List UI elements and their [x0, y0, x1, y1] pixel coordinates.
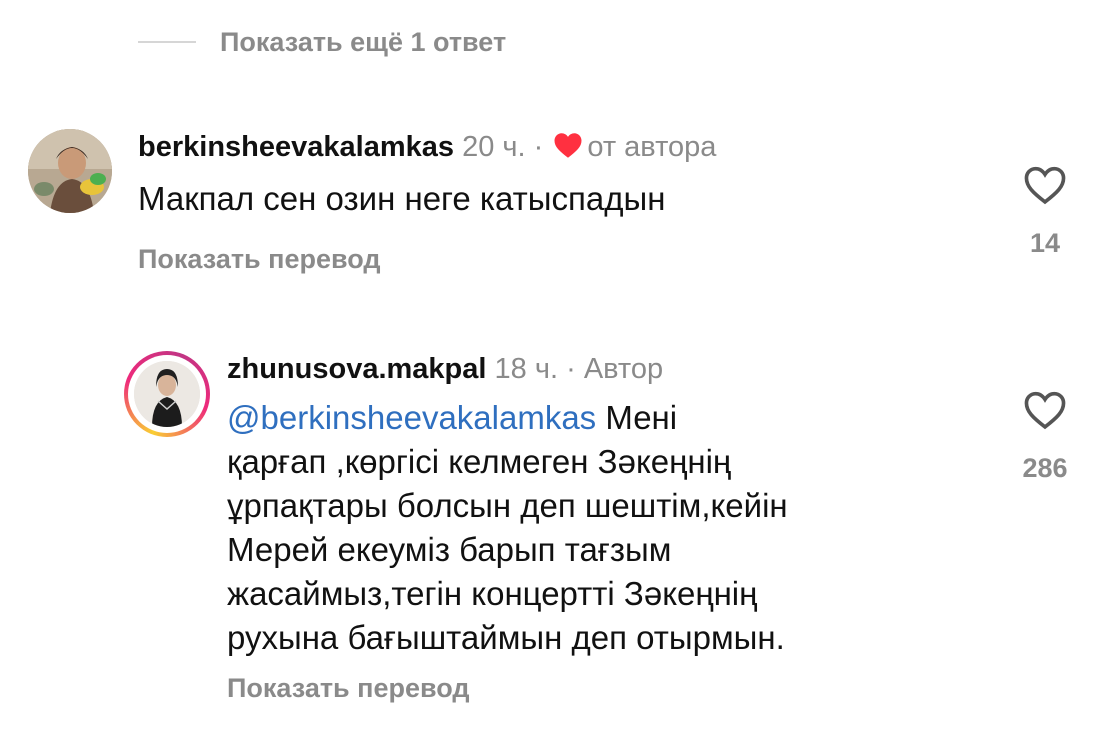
comment-timestamp: 18 ч.	[494, 353, 559, 385]
reply-thread-line	[138, 41, 196, 43]
heart-outline-icon[interactable]	[1023, 165, 1067, 210]
show-more-replies-label: Показать ещё 1 ответ	[220, 26, 507, 57]
author-badge: Автор	[583, 353, 664, 385]
comment-line: ұрпақтары болсын деп шештім,кейін	[227, 487, 788, 524]
show-translation-button[interactable]: Показать перевод	[138, 244, 381, 275]
avatar-photo	[134, 361, 200, 427]
avatar-photo	[28, 129, 112, 213]
liked-by-author-label: от автора	[587, 131, 717, 163]
comment-line: рухына бағыштаймын деп отырмын.	[227, 619, 785, 656]
comment-line-text: Мені	[596, 399, 678, 436]
comment-line: жасаймыз,тегін концертті Зәкеңнің	[227, 575, 758, 612]
avatar[interactable]	[134, 361, 200, 427]
comment-timestamp: 20 ч.	[462, 131, 526, 163]
comment-text: @berkinsheevakalamkas Мені қарғап ,көргі…	[227, 396, 947, 660]
comment-line: @berkinsheevakalamkas Мені	[227, 396, 947, 440]
like-control: 286	[1015, 390, 1075, 484]
show-translation-button[interactable]: Показать перевод	[227, 673, 470, 704]
comment-username[interactable]: berkinsheevakalamkas	[138, 131, 454, 163]
comments-thread: Показать ещё 1 ответ berkinsheevakalamka…	[0, 0, 1120, 746]
comment-line: қарғап ,көргісі келмеген Зәкеңнің	[227, 443, 732, 480]
like-control: 14	[1015, 165, 1075, 259]
like-count: 286	[1022, 453, 1068, 483]
comment-header: berkinsheevakalamkas 20 ч. · от автора	[138, 131, 716, 167]
meta-separator: ·	[533, 131, 544, 163]
user-mention[interactable]: @berkinsheevakalamkas	[227, 399, 596, 436]
avatar[interactable]	[28, 129, 112, 213]
heart-filled-icon	[553, 132, 583, 167]
heart-outline-icon[interactable]	[1023, 390, 1067, 435]
comment-text: Макпал сен озин неге катыспадын	[138, 180, 666, 217]
meta-separator: ·	[566, 353, 576, 385]
comment-header: zhunusova.makpal 18 ч. · Автор	[227, 353, 663, 386]
like-count: 14	[1029, 228, 1061, 258]
comment-line: Мерей екеуміз барып тағзым	[227, 531, 672, 568]
show-more-replies-button[interactable]: Показать ещё 1 ответ	[138, 22, 506, 62]
comment-username[interactable]: zhunusova.makpal	[227, 353, 486, 385]
